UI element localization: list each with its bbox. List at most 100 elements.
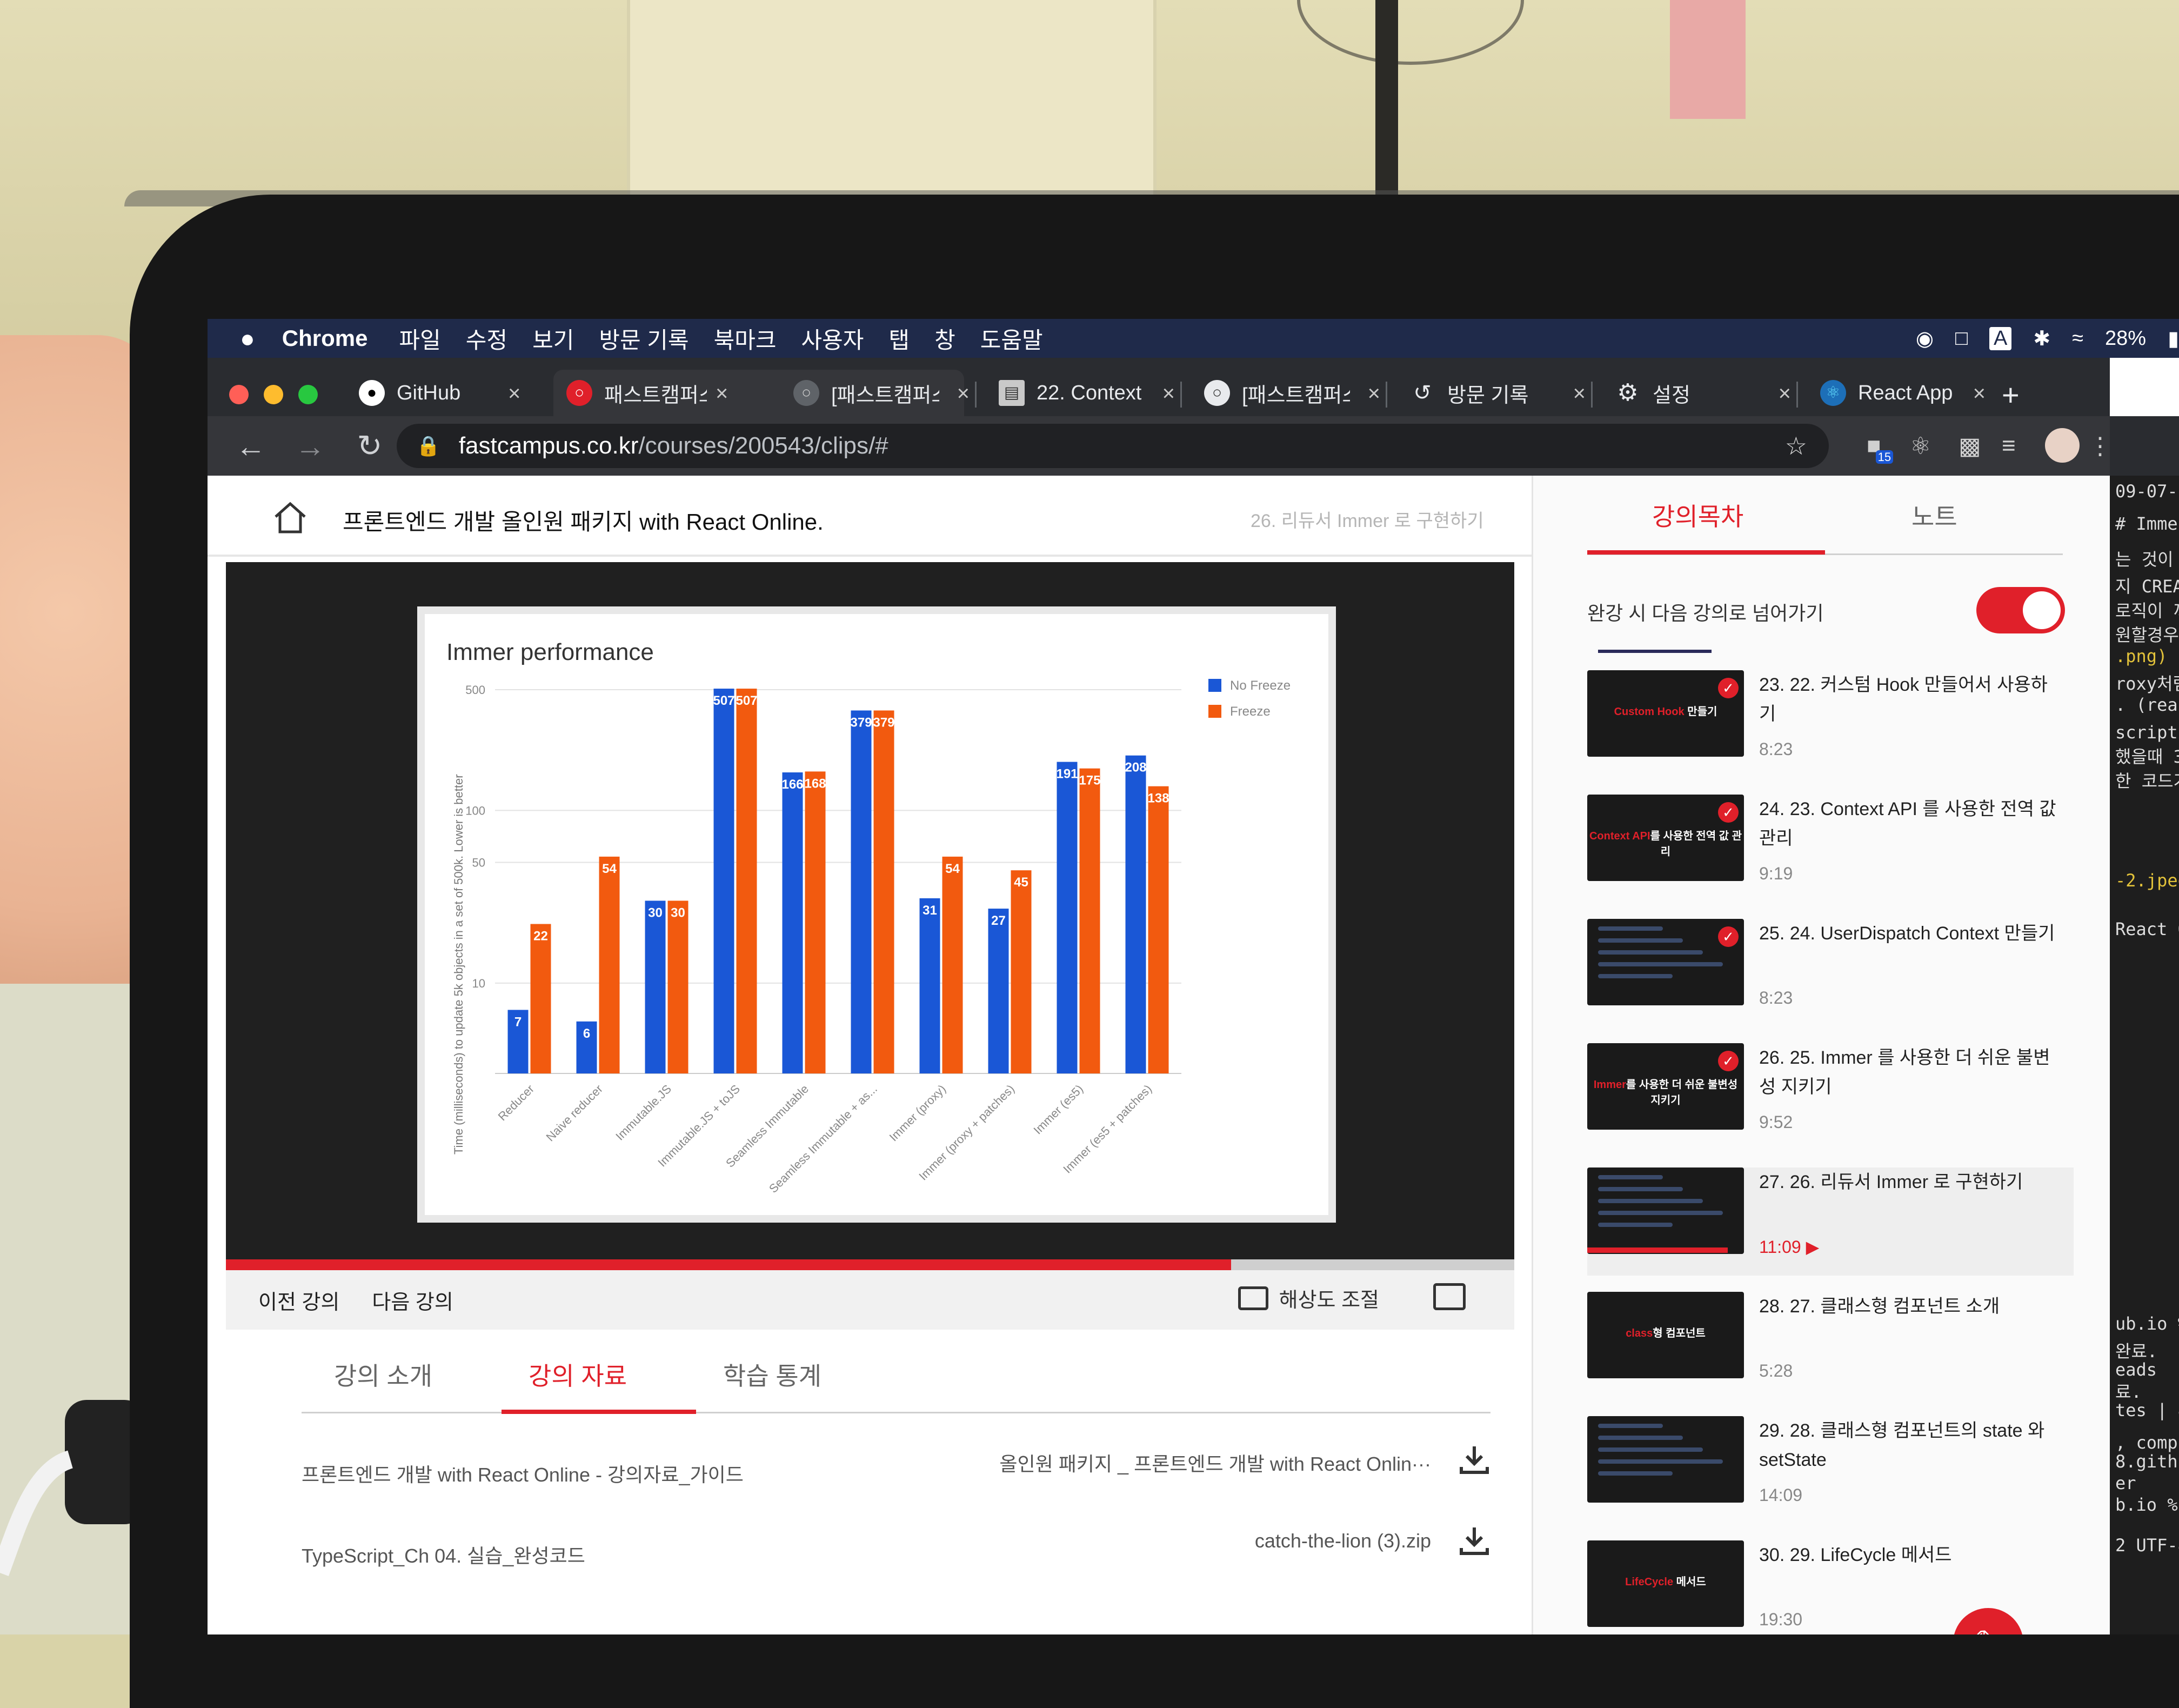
window-icon[interactable]: □ xyxy=(1955,327,1968,350)
avatar[interactable] xyxy=(2045,428,2080,463)
menu-app-name[interactable]: Chrome xyxy=(282,325,368,351)
lesson-item[interactable]: 27. 26. 리듀서 Immer 로 구현하기 11:09 ▶ xyxy=(1587,1167,2074,1276)
bar-no-freeze xyxy=(919,898,940,1073)
terminal-line: 2 UTF-8 xyxy=(2115,1535,2179,1556)
lesson-item[interactable]: Context API를 사용한 전역 값 관리 ✓ 24. 23. Context… xyxy=(1587,795,2074,903)
apple-icon[interactable]: ● xyxy=(240,324,255,353)
download-icon[interactable] xyxy=(1458,1524,1490,1557)
forward-icon[interactable]: → xyxy=(294,429,326,464)
data-label: 30 xyxy=(671,905,685,920)
battery-percent[interactable]: 28% xyxy=(2105,327,2146,350)
video-progress-bar[interactable] xyxy=(226,1259,1514,1270)
battery-icon[interactable]: ▮ xyxy=(2168,326,2179,351)
data-label: 379 xyxy=(873,715,894,730)
lesson-title: 30. 29. LifeCycle 메서드 xyxy=(1759,1545,1952,1565)
chart-title: Immer performance xyxy=(446,639,654,665)
extension-badge: 15 xyxy=(1875,450,1894,464)
data-label: 54 xyxy=(945,862,960,876)
tab-fastcampus-3[interactable]: ○ [패스트캠퍼스 × xyxy=(1191,370,1386,416)
data-label: 191 xyxy=(1056,767,1078,782)
reload-icon[interactable]: ↻ xyxy=(353,428,386,464)
menu-help[interactable]: 도움말 xyxy=(980,322,1043,355)
close-icon[interactable]: × xyxy=(716,382,728,406)
tab-fastcampus-2[interactable]: ○ [패스트캠퍼스 × xyxy=(780,370,975,416)
tab-react-app[interactable]: ⚛ React App × xyxy=(1807,370,1991,416)
lesson-item[interactable]: 29. 28. 클래스형 컴포넌트의 state 와 setState 14:09 xyxy=(1587,1416,2074,1524)
menu-edit[interactable]: 수정 xyxy=(466,322,507,355)
more-menu-icon[interactable]: ⋮ xyxy=(2088,432,2112,460)
menu-people[interactable]: 사용자 xyxy=(801,322,864,355)
thumbnail-code xyxy=(1587,1424,1744,1476)
close-icon[interactable]: × xyxy=(1573,382,1586,406)
download-icon[interactable] xyxy=(1458,1443,1490,1476)
next-lesson-button[interactable]: 다음 강의 xyxy=(372,1285,453,1315)
lesson-item[interactable]: class형 컴포넌트 28. 27. 클래스형 컴포넌트 소개 5:28 xyxy=(1587,1292,2074,1400)
react-devtools-icon[interactable]: ⚛ xyxy=(1910,432,1931,460)
menu-bookmarks[interactable]: 북마크 xyxy=(714,322,777,355)
close-icon[interactable]: × xyxy=(508,382,520,406)
wifi-icon[interactable]: ≈ xyxy=(2072,327,2083,350)
lock-icon[interactable]: 🔒 xyxy=(416,435,440,457)
autoplay-toggle[interactable] xyxy=(1976,587,2065,633)
close-icon[interactable]: × xyxy=(1368,382,1380,406)
lesson-duration: 19:30 xyxy=(1759,1610,1803,1629)
menu-tab[interactable]: 탭 xyxy=(888,322,910,355)
puzzle-icon[interactable]: ▩ xyxy=(1959,432,1981,460)
tab-lesson-materials[interactable]: 강의 자료 xyxy=(529,1357,627,1392)
terminal-line: tes | 84 xyxy=(2115,1400,2179,1420)
tab-settings[interactable]: ⚙ 설정 × xyxy=(1602,370,1796,416)
lesson-item[interactable]: Custom Hook 만들기 ✓ 23. 22. 커스텀 Hook 만들어서 사용… xyxy=(1587,670,2074,778)
address-bar[interactable]: 🔒 fastcampus.co.kr /courses/200543/clips… xyxy=(397,424,1829,468)
minimize-window-button[interactable] xyxy=(264,385,283,404)
terminal-line: 09-07-r xyxy=(2115,481,2179,502)
close-icon[interactable]: × xyxy=(1973,382,1986,406)
file-name[interactable]: catch-the-lion (3).zip xyxy=(1255,1530,1431,1552)
menu-view[interactable]: 보기 xyxy=(532,322,574,355)
close-icon[interactable]: × xyxy=(1162,382,1175,406)
back-icon[interactable]: ← xyxy=(235,429,267,464)
media-icon[interactable]: ≡ xyxy=(2002,432,2016,459)
video-player[interactable]: Immer performance Time (milliseconds) to … xyxy=(226,562,1514,1259)
close-icon[interactable]: × xyxy=(957,382,970,406)
fullscreen-icon[interactable] xyxy=(1433,1283,1466,1310)
menu-file[interactable]: 파일 xyxy=(399,322,441,355)
tab-curriculum[interactable]: 강의목차 xyxy=(1652,497,1743,533)
new-tab-icon[interactable]: + xyxy=(2002,377,2020,412)
close-icon[interactable]: × xyxy=(1779,382,1791,406)
bookmark-star-icon[interactable]: ☆ xyxy=(1785,431,1807,461)
home-icon[interactable] xyxy=(272,499,308,535)
tab-lesson-intro[interactable]: 강의 소개 xyxy=(334,1357,432,1392)
tab-label: 설정 xyxy=(1653,384,1690,407)
data-label: 7 xyxy=(514,1015,522,1029)
prev-lesson-button[interactable]: 이전 강의 xyxy=(258,1285,339,1315)
close-window-button[interactable] xyxy=(229,385,249,404)
tab-context[interactable]: ▤ 22. Context × xyxy=(986,370,1180,416)
tab-history[interactable]: ↺ 방문 기록 × xyxy=(1396,370,1591,416)
chat-icon[interactable]: ◉ xyxy=(1916,326,1934,351)
course-header: 프론트엔드 개발 올인원 패키지 with React Online. 26. … xyxy=(208,476,1532,557)
extension-icon[interactable]: ■15 xyxy=(1867,432,1899,464)
web-page: 프론트엔드 개발 올인원 패키지 with React Online. 26. … xyxy=(208,476,2110,1634)
bluetooth-icon[interactable]: ✱ xyxy=(2033,326,2050,351)
tab-notes[interactable]: 노트 xyxy=(1911,497,1957,533)
bar-freeze xyxy=(530,924,551,1073)
lesson-item[interactable]: Immer를 사용한 더 쉬운 불변성 지키기 ✓ 26. 25. Immer 를 … xyxy=(1587,1043,2074,1151)
menu-history[interactable]: 방문 기록 xyxy=(599,322,689,355)
y-tick-label: 500 xyxy=(465,683,485,697)
file-name[interactable]: 올인원 패키지 _ 프론트엔드 개발 with React Onlin··· xyxy=(999,1449,1431,1477)
thumbnail-code xyxy=(1587,1175,1744,1227)
history-icon: ↺ xyxy=(1413,381,1432,405)
tab-learning-stats[interactable]: 학습 통계 xyxy=(723,1357,821,1392)
maximize-window-button[interactable] xyxy=(298,385,318,404)
data-label: 175 xyxy=(1079,773,1100,788)
lesson-item[interactable]: ✓ 25. 24. UserDispatch Context 만들기 8:23 xyxy=(1587,919,2074,1027)
legend-swatch xyxy=(1208,705,1221,718)
bar-freeze xyxy=(873,710,894,1073)
menu-window[interactable]: 창 xyxy=(934,322,955,355)
x-tick-label: Immer (es5) xyxy=(1031,1082,1086,1137)
globe-icon: ○ xyxy=(1204,380,1230,406)
input-method-icon[interactable]: A xyxy=(1989,326,2012,350)
status-icons: ◉ □ A ✱ ≈ 28% ▮ xyxy=(1916,319,2179,358)
lesson-duration: 5:28 xyxy=(1759,1361,1793,1380)
resolution-button[interactable]: 해상도 조절 xyxy=(1238,1283,1379,1313)
